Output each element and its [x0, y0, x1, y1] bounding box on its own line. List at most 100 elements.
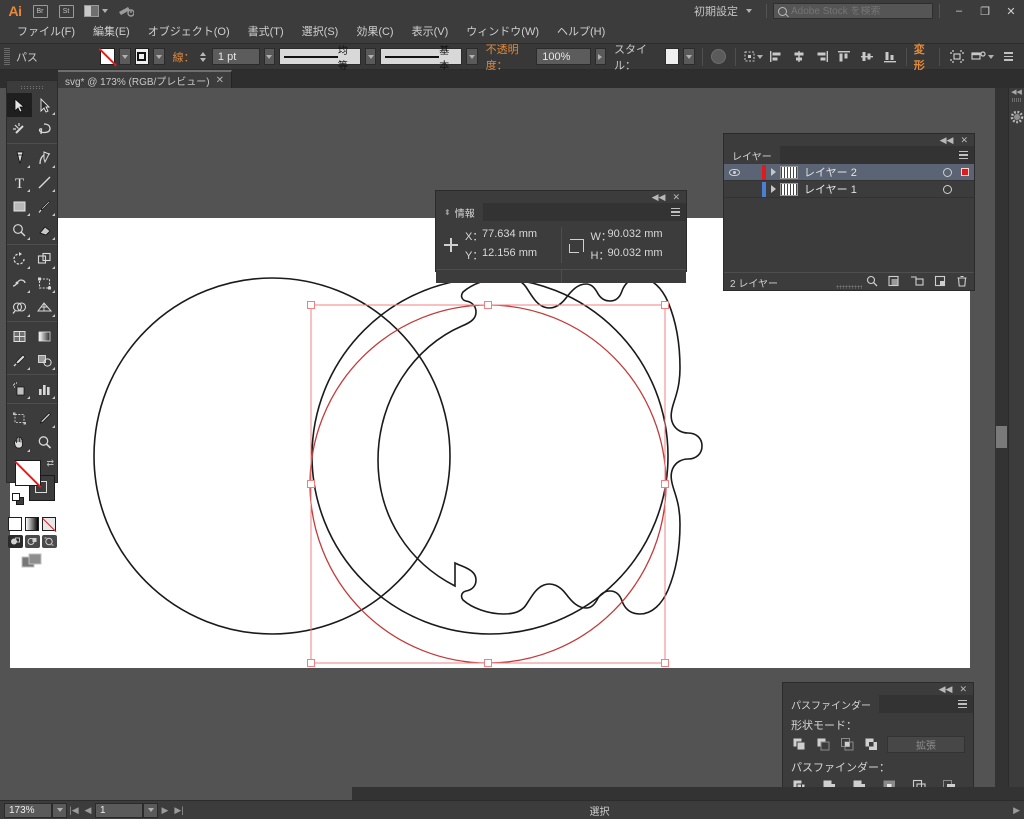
exclude-icon[interactable]	[863, 737, 879, 753]
layers-panel-resize-grip[interactable]	[724, 284, 974, 290]
unite-icon[interactable]	[791, 737, 807, 753]
minimize-button[interactable]: –	[946, 1, 972, 21]
swap-fill-stroke-icon[interactable]: ⇄	[46, 458, 54, 469]
canvas-horizontal-scrollbar[interactable]	[352, 787, 1024, 800]
menu-help[interactable]: ヘルプ(H)	[548, 23, 614, 42]
draw-mode-buttons[interactable]	[7, 535, 57, 548]
gradient-tool[interactable]	[32, 324, 57, 348]
expand-button[interactable]: 拡張	[887, 736, 965, 753]
brush-definition-dropdown[interactable]	[466, 48, 478, 65]
color-swatch-button[interactable]	[8, 517, 22, 531]
none-swatch-button[interactable]	[42, 517, 56, 531]
status-bar-arrows[interactable]: ▶	[1013, 805, 1020, 816]
shape-builder-tool[interactable]	[7, 295, 32, 319]
cc-sync-icon[interactable]	[116, 3, 136, 19]
document-tab[interactable]: svg* @ 173% (RGB/プレビュー) ✕	[58, 70, 233, 88]
align-options-icon[interactable]	[743, 47, 763, 67]
rectangle-tool[interactable]	[7, 194, 32, 218]
align-right-icon[interactable]	[812, 47, 831, 67]
blend-tool[interactable]	[32, 348, 57, 372]
gradient-swatch-button[interactable]	[25, 517, 39, 531]
stroke-profile-dropdown[interactable]	[364, 48, 377, 65]
layer-selection-indicator[interactable]	[956, 168, 974, 176]
stock-icon[interactable]: St	[56, 3, 76, 19]
menu-type[interactable]: 書式(T)	[239, 23, 293, 42]
intersect-icon[interactable]	[839, 737, 855, 753]
stroke-weight-dropdown[interactable]	[263, 48, 275, 65]
zoom-tool[interactable]	[32, 430, 57, 454]
paintbrush-tool[interactable]	[32, 194, 57, 218]
fill-stroke-controls[interactable]: ⇄	[7, 457, 57, 515]
menu-edit[interactable]: 編集(E)	[84, 23, 139, 42]
layer-name[interactable]: レイヤー 2	[804, 164, 938, 180]
rotate-tool[interactable]	[7, 247, 32, 271]
close-window-button[interactable]: ✕	[998, 1, 1024, 21]
minus-front-icon[interactable]	[815, 737, 831, 753]
collapse-icon[interactable]: ◀◀	[939, 684, 953, 695]
curvature-tool[interactable]	[32, 146, 57, 170]
perspective-grid-tool[interactable]	[32, 295, 57, 319]
isolate-selected-icon[interactable]	[947, 47, 966, 67]
style-swatch[interactable]	[664, 48, 680, 65]
lasso-tool[interactable]	[32, 117, 57, 141]
stroke-swatch[interactable]	[134, 48, 150, 65]
artboard-tool[interactable]	[7, 406, 32, 430]
tab-info[interactable]: ⬍ 情報	[436, 203, 483, 221]
layer-target-indicator[interactable]	[938, 184, 956, 194]
color-mode-buttons[interactable]	[7, 517, 57, 531]
slice-tool[interactable]	[32, 406, 57, 430]
default-fill-stroke-icon[interactable]	[12, 493, 24, 505]
maximize-restore-button[interactable]: ❐	[972, 1, 998, 21]
eyedropper-tool[interactable]	[7, 348, 32, 372]
eraser-tool[interactable]	[32, 218, 57, 242]
collapse-icon[interactable]: ◀◀	[940, 135, 954, 146]
layer-expand-toggle[interactable]	[766, 185, 780, 193]
screen-mode-button[interactable]	[7, 553, 57, 569]
layer-visibility-toggle[interactable]	[724, 168, 744, 176]
layer-expand-toggle[interactable]	[766, 168, 780, 176]
recolor-artwork-icon[interactable]	[709, 47, 728, 67]
draw-inside-button[interactable]	[41, 535, 57, 548]
opacity-label[interactable]: 不透明度：	[486, 41, 533, 73]
fill-color-box[interactable]	[15, 460, 41, 486]
edit-clipping-path-icon[interactable]	[970, 47, 995, 67]
mesh-tool[interactable]	[7, 324, 32, 348]
close-icon[interactable]: ✕	[959, 684, 967, 695]
tab-layers[interactable]: レイヤー	[724, 146, 780, 164]
bridge-icon[interactable]: Br	[30, 3, 50, 19]
hand-tool[interactable]	[7, 430, 32, 454]
align-center-horizontal-icon[interactable]	[790, 47, 809, 67]
layer-target-indicator[interactable]	[938, 167, 956, 177]
panel-menu-icon[interactable]	[671, 207, 680, 217]
canvas-vertical-scrollbar[interactable]	[995, 88, 1008, 800]
align-center-vertical-icon[interactable]	[858, 47, 877, 67]
zoom-level-field[interactable]: 173%	[4, 802, 52, 818]
magic-wand-tool[interactable]	[7, 117, 32, 141]
last-page-icon[interactable]: ▶|	[172, 803, 186, 818]
pathfinder-panel[interactable]: ◀◀ ✕ パスファインダー 形状モード： 拡張 パスファインダー：	[782, 682, 974, 794]
stroke-weight-stepper[interactable]	[199, 48, 208, 65]
type-tool[interactable]: T	[7, 170, 32, 194]
layer-row[interactable]: レイヤー 1	[724, 181, 974, 198]
brush-definition-select[interactable]: 基本	[380, 46, 463, 72]
panel-options-icon[interactable]	[999, 47, 1018, 67]
pen-tool[interactable]	[7, 146, 32, 170]
align-bottom-icon[interactable]	[880, 47, 899, 67]
draw-behind-button[interactable]	[24, 535, 40, 548]
menu-view[interactable]: 表示(V)	[403, 23, 458, 42]
tools-panel-grip[interactable]	[7, 81, 57, 93]
shaper-tool[interactable]	[7, 218, 32, 242]
workspace-switcher[interactable]: 初期設定	[686, 1, 760, 21]
stock-search-box[interactable]	[773, 3, 933, 19]
stroke-weight-field[interactable]: 1 pt	[211, 48, 260, 65]
transform-link[interactable]: 変形	[914, 41, 933, 73]
menu-window[interactable]: ウィンドウ(W)	[457, 23, 548, 42]
fill-swatch[interactable]	[100, 48, 116, 65]
menu-file[interactable]: ファイル(F)	[8, 23, 84, 42]
opacity-dropdown[interactable]	[594, 48, 606, 65]
next-page-icon[interactable]: ▶	[158, 803, 172, 818]
arrange-documents-icon[interactable]	[82, 3, 110, 19]
layer-row[interactable]: レイヤー 2	[724, 164, 974, 181]
collapse-icon[interactable]: ◀◀	[652, 192, 666, 203]
stroke-weight-label[interactable]: 線：	[173, 49, 195, 65]
